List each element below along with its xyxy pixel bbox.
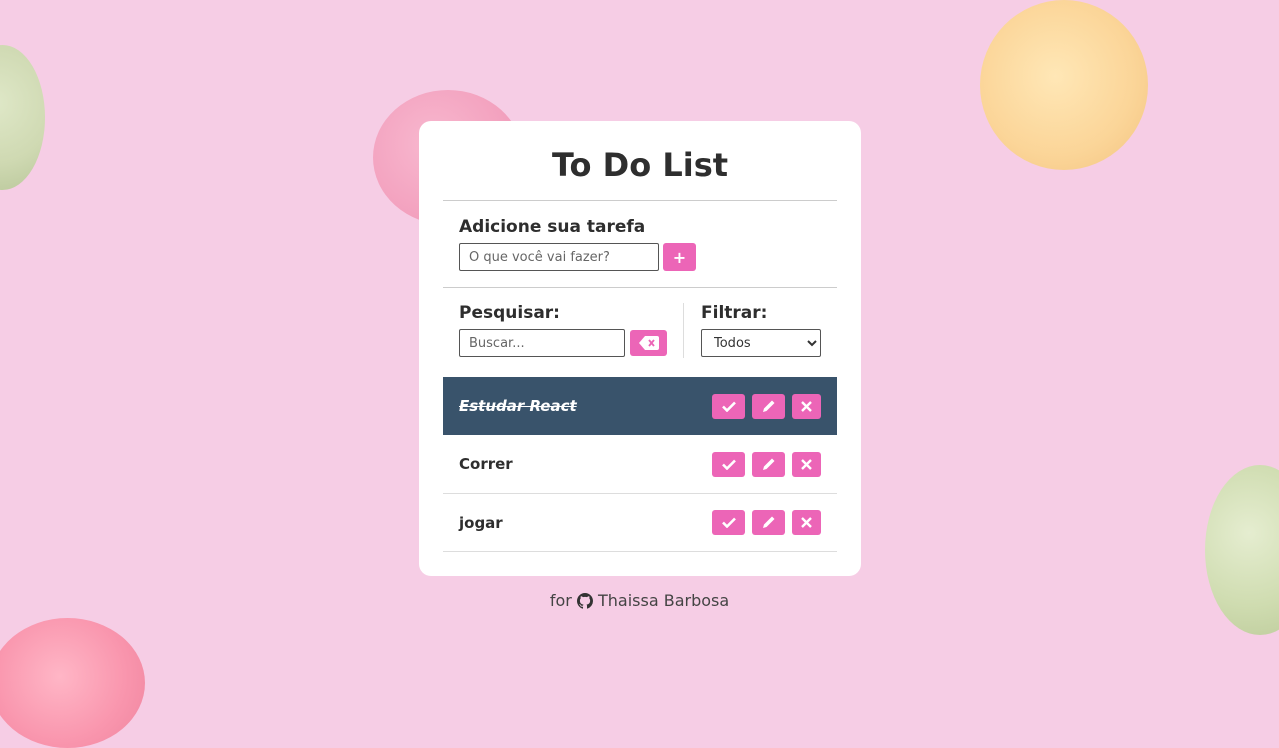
complete-button[interactable] xyxy=(712,393,745,419)
complete-button[interactable] xyxy=(712,510,745,535)
page-title: To Do List xyxy=(443,121,837,201)
delete-button[interactable] xyxy=(792,393,821,419)
edit-button[interactable] xyxy=(752,451,785,477)
complete-button[interactable] xyxy=(712,451,745,477)
add-task-label: Adicione sua tarefa xyxy=(459,217,646,237)
check-icon xyxy=(721,401,736,412)
task-input[interactable] xyxy=(459,243,659,271)
backspace-icon xyxy=(638,336,659,350)
footer-prefix: for xyxy=(549,591,572,610)
check-icon xyxy=(721,459,736,470)
macaron-decoration xyxy=(0,45,45,190)
delete-button[interactable] xyxy=(792,451,821,477)
footer: for Thaissa Barbosa xyxy=(0,590,1279,610)
todo-item: jogar xyxy=(443,494,837,552)
pencil-icon xyxy=(763,400,775,412)
close-icon xyxy=(801,458,812,470)
edit-button[interactable] xyxy=(752,510,785,535)
macaron-decoration xyxy=(0,618,145,748)
edit-button[interactable] xyxy=(752,393,785,419)
search-input[interactable] xyxy=(459,329,625,357)
add-task-form: Adicione sua tarefa + xyxy=(443,201,837,288)
pencil-icon xyxy=(763,516,775,528)
todo-card: To Do List Adicione sua tarefa + Pesquis… xyxy=(419,121,861,576)
filter-label: Filtrar: xyxy=(701,303,768,323)
todo-item: Estudar React xyxy=(443,377,837,435)
clear-search-button[interactable] xyxy=(630,330,667,356)
filter-select[interactable]: Todos xyxy=(701,329,821,357)
todo-text: Correr xyxy=(459,455,513,473)
macaron-decoration xyxy=(980,0,1148,170)
close-icon xyxy=(801,517,812,528)
add-task-button[interactable]: + xyxy=(663,243,696,271)
footer-author[interactable]: Thaissa Barbosa xyxy=(598,591,729,610)
toolbar: Pesquisar: Filtrar: Todos xyxy=(443,288,837,377)
todo-text: Estudar React xyxy=(459,397,577,415)
github-icon xyxy=(576,592,593,609)
search-section: Pesquisar: xyxy=(459,303,684,358)
close-icon xyxy=(801,400,812,412)
pencil-icon xyxy=(763,458,775,470)
todo-item: Correr xyxy=(443,435,837,494)
delete-button[interactable] xyxy=(792,510,821,535)
check-icon xyxy=(721,517,736,528)
search-label: Pesquisar: xyxy=(459,303,560,323)
todo-text: jogar xyxy=(459,513,503,532)
filter-section: Filtrar: Todos xyxy=(684,303,821,376)
